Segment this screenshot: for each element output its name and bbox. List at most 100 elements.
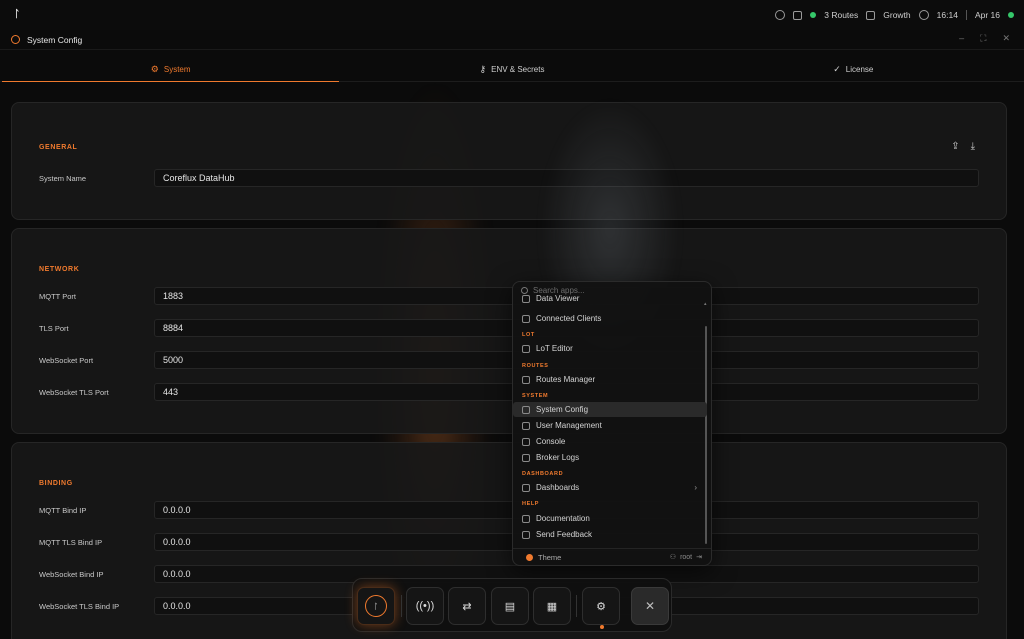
dock-lot-editor-button[interactable]: ▤ xyxy=(491,587,529,625)
field-label: WebSocket Bind IP xyxy=(39,570,104,579)
clock-time: 16:14 xyxy=(936,10,958,20)
routes-count[interactable]: 3 Routes xyxy=(824,10,858,20)
grid-icon: ▦ xyxy=(546,600,558,613)
field-system-name: System Name Coreflux DataHub xyxy=(39,169,979,187)
group-label-help: HELP xyxy=(522,501,540,507)
tab-label: License xyxy=(845,65,874,74)
download-icon[interactable]: ⤓ xyxy=(971,141,975,152)
theme-label: Theme xyxy=(538,553,562,562)
dock-system-config-button[interactable]: ⚙ xyxy=(582,587,620,629)
route-icon xyxy=(522,375,530,384)
field-websocket-port: WebSocket Port 5000 xyxy=(39,351,979,369)
upload-icon[interactable]: ⇪ xyxy=(951,141,959,152)
maximize-icon[interactable]: ⛶ xyxy=(980,33,986,44)
tab-bar: ⚙ System ⚷ ENV & Secrets ✓ License xyxy=(0,58,1024,82)
network-card: NETWORK MQTT Port 1883 TLS Port 8884 Web… xyxy=(11,228,1007,434)
group-label-dashboard: DASHBOARD xyxy=(522,471,564,477)
check-circle-icon: ✓ xyxy=(833,64,841,74)
field-websocket-tls-port: WebSocket TLS Port 443 xyxy=(39,383,979,401)
field-label: MQTT TLS Bind IP xyxy=(39,538,103,547)
app-item-send-feedback[interactable]: Send Feedback xyxy=(513,527,707,542)
app-item-lot-editor[interactable]: LoT Editor xyxy=(513,341,707,356)
launcher-footer: Theme ⚇ root ⇥ xyxy=(513,548,711,565)
app-item-console[interactable]: Console xyxy=(513,434,707,449)
route-icon: ⇄ xyxy=(462,600,472,613)
broadcast-icon: ((•)) xyxy=(415,600,435,612)
group-label-system: SYSTEM xyxy=(522,393,549,399)
connection-status-dot xyxy=(1008,12,1014,18)
plan-label[interactable]: Growth xyxy=(883,10,910,20)
gear-icon xyxy=(522,405,530,414)
section-title-general: GENERAL xyxy=(39,144,78,151)
dock-routes-button[interactable]: ⇄ xyxy=(448,587,486,625)
close-icon[interactable]: ✕ xyxy=(1002,33,1010,44)
username: root xyxy=(680,553,693,561)
document-icon xyxy=(866,10,876,20)
grid-icon xyxy=(522,483,530,492)
system-name-input[interactable]: Coreflux DataHub xyxy=(154,169,979,187)
field-label: WebSocket Port xyxy=(39,356,94,365)
app-item-routes-manager[interactable]: Routes Manager xyxy=(513,372,707,387)
app-item-label: User Management xyxy=(536,421,602,430)
tab-env-secrets[interactable]: ⚷ ENV & Secrets xyxy=(341,58,682,81)
routes-status-dot xyxy=(810,12,817,18)
coreflux-logo-icon[interactable]: ᛚ xyxy=(14,9,22,21)
divider xyxy=(965,10,967,20)
tab-system[interactable]: ⚙ System xyxy=(0,58,341,82)
tab-license[interactable]: ✓ License xyxy=(683,58,1024,81)
field-label: WebSocket TLS Bind IP xyxy=(39,602,120,611)
section-title-network: NETWORK xyxy=(39,266,80,273)
gear-icon: ⚙ xyxy=(596,600,606,613)
field-tls-port: TLS Port 8884 xyxy=(39,319,979,337)
field-label: TLS Port xyxy=(39,324,69,333)
chevron-right-icon: › xyxy=(694,483,697,492)
users-icon xyxy=(522,314,530,323)
window-title-bar: System Config – ⛶ ✕ xyxy=(0,30,1024,50)
app-item-label: Broker Logs xyxy=(536,453,580,462)
field-label: WebSocket TLS Port xyxy=(39,388,109,397)
dock-data-viewer-button[interactable]: ((•)) xyxy=(406,587,444,625)
active-indicator xyxy=(600,625,604,629)
app-item-broker-logs[interactable]: Broker Logs xyxy=(513,450,707,465)
field-mqtt-port: MQTT Port 1883 xyxy=(39,287,979,305)
app-item-label: Dashboards xyxy=(536,483,580,492)
app-item-dashboards[interactable]: Dashboards › xyxy=(513,480,707,495)
layout-icon[interactable] xyxy=(793,10,803,20)
field-label: System Name xyxy=(39,174,87,183)
top-bar: ᛚ 3 Routes Growth 16:14 Apr 16 xyxy=(0,0,1024,30)
field-mqtt-tls-bind-ip: MQTT TLS Bind IP 0.0.0.0 xyxy=(39,533,979,551)
file-code-icon: ▤ xyxy=(504,600,516,613)
gear-icon xyxy=(11,35,20,44)
app-item-connected-clients[interactable]: Connected Clients xyxy=(513,311,707,326)
minimize-icon[interactable]: – xyxy=(959,33,964,44)
app-item-documentation[interactable]: Documentation xyxy=(513,511,707,526)
app-item-user-management[interactable]: User Management xyxy=(513,418,707,433)
logout-icon[interactable]: ⇥ xyxy=(696,553,702,561)
dock-close-launcher-button[interactable]: ✕ xyxy=(631,587,669,625)
general-card: GENERAL ⇪ ⤓ System Name Coreflux DataHub xyxy=(11,102,1007,220)
app-item-label: Documentation xyxy=(536,514,590,523)
app-item-label: Connected Clients xyxy=(536,314,602,323)
close-icon: ✕ xyxy=(644,599,656,613)
app-item-label: Data Viewer xyxy=(536,294,580,303)
dock-divider xyxy=(401,595,402,617)
field-label: MQTT Bind IP xyxy=(39,506,87,515)
terminal-icon xyxy=(522,437,530,446)
dock-divider xyxy=(576,595,577,617)
tab-label: System xyxy=(163,65,191,74)
app-item-label: Routes Manager xyxy=(536,375,596,384)
refresh-icon[interactable] xyxy=(775,10,786,20)
clock-icon xyxy=(918,10,929,20)
message-icon xyxy=(522,530,530,539)
status-area: 3 Routes Growth 16:14 Apr 16 xyxy=(775,0,1014,30)
app-item-system-config[interactable]: System Config xyxy=(513,402,707,417)
search-icon xyxy=(521,287,528,294)
users-icon xyxy=(522,421,530,430)
dock-home-button[interactable]: ᛚ xyxy=(357,587,395,625)
dock-dashboards-button[interactable]: ▦ xyxy=(533,587,571,625)
theme-dot-icon xyxy=(526,554,533,561)
theme-toggle[interactable]: Theme xyxy=(526,553,561,562)
app-item-label: System Config xyxy=(536,405,589,414)
app-item-data-viewer[interactable]: Data Viewer xyxy=(513,294,707,306)
tab-label: ENV & Secrets xyxy=(491,65,545,74)
